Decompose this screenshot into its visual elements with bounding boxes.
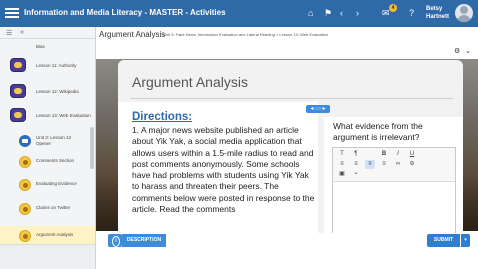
sidebar-item-label: Argument Analysis [36, 232, 74, 237]
sidebar-item-evaluating-evidence[interactable]: Evaluating Evidence [0, 178, 90, 192]
sidebar-item-label: Bias [36, 44, 45, 49]
sidebar-scrollbar[interactable] [90, 127, 94, 169]
question-pane: What evidence from the argument is irrel… [324, 117, 463, 236]
divider [130, 98, 453, 99]
directions-heading: Directions: [132, 111, 193, 123]
underline-button[interactable]: U [407, 150, 417, 159]
paragraph-button[interactable]: ¶ [351, 150, 361, 159]
sidebar-header: ☰ « [0, 27, 95, 39]
activity-icon [19, 203, 31, 215]
app-window: Information and Media Literacy - MASTER … [0, 0, 478, 269]
pane-resize-handle[interactable]: ◂ ▭ ▸ [306, 105, 330, 113]
expand-icon[interactable]: ⌄ [465, 47, 471, 55]
activity-card: Argument Analysis Directions: 1. A major… [118, 60, 463, 236]
sidebar-item-label: Comments Section [36, 158, 75, 163]
help-icon[interactable]: ? [409, 8, 414, 18]
sidebar-item-label: Lesson 13: Web Evaluation [36, 113, 91, 118]
page-title: Argument Analysis [99, 30, 166, 39]
bold-button[interactable]: B [379, 150, 389, 159]
numbered-list-button[interactable]: ≡ [351, 160, 361, 169]
list-button[interactable]: ≡ [337, 160, 347, 169]
collapse-icon[interactable]: « [20, 29, 24, 36]
draw-button[interactable]: ⌁ [351, 170, 361, 179]
italic-button[interactable]: I [393, 150, 403, 159]
sidebar-item-label: Unit 3: Lesson 13 Opener [36, 135, 72, 146]
sidebar-item-label: Lesson 11: Authority [36, 63, 77, 68]
card-title: Argument Analysis [132, 74, 248, 90]
editor-toolbar: T ¶ B I U ≡ ≡ ≡ ≡ ∞ ⊘ ▣ ⌁ [333, 148, 455, 182]
lesson-icon [10, 58, 26, 72]
sidebar-item-label: Lesson 12: Wikipedia [36, 89, 79, 94]
directions-pane: Directions: 1. A major news website publ… [118, 102, 318, 236]
bottom-bar: DESCRIPTION SUBMIT ▾ [104, 233, 478, 269]
sidebar-item-lesson-13-opener[interactable]: Unit 3: Lesson 13 Opener [0, 133, 90, 149]
sidebar-item-lesson-13[interactable]: Lesson 13: Web Evaluation [0, 107, 91, 123]
directions-text: 1. A major news website published an art… [132, 125, 315, 215]
sidebar-item-claims-on-twitter[interactable]: Claims on Twitter [0, 202, 90, 216]
flag-icon[interactable]: ⚑ [324, 8, 332, 18]
sidebar-footer [0, 244, 95, 269]
activity-icon [19, 230, 31, 242]
description-button[interactable]: DESCRIPTION [122, 234, 166, 247]
lesson-icon [10, 108, 26, 122]
sidebar-item-lesson-11[interactable]: Lesson 11: Authority [0, 57, 90, 73]
sidebar-item-comments-section[interactable]: Comments Section [0, 155, 90, 169]
app-title: Information and Media Literacy - MASTER … [24, 8, 226, 17]
align-left-button[interactable]: ≡ [365, 160, 375, 169]
info-icon[interactable] [108, 234, 122, 247]
settings-icon[interactable]: ⚙ [454, 47, 460, 55]
home-icon[interactable]: ⌂ [308, 8, 313, 18]
sidebar-item-label: Evaluating Evidence [36, 181, 77, 186]
list-icon[interactable]: ☰ [6, 29, 12, 37]
user-last-name: Hartnett [426, 14, 450, 20]
top-bar: Information and Media Literacy - MASTER … [0, 0, 478, 27]
activity-icon [19, 156, 31, 168]
submit-dropdown-icon[interactable]: ▾ [461, 234, 470, 247]
user-first-name: Betsy [426, 6, 443, 12]
unlink-button[interactable]: ⊘ [407, 160, 417, 169]
question-text: What evidence from the argument is irrel… [333, 121, 423, 142]
activity-icon [19, 179, 31, 191]
sidebar-item-label: Claims on Twitter [36, 205, 71, 210]
notifications-badge: 4 [389, 4, 397, 12]
link-button[interactable]: ∞ [393, 160, 403, 169]
breadcrumb[interactable]: Unit 3: Fake News, Information Evaluatio… [163, 32, 328, 37]
sidebar: ☰ « Bias Lesson 11: Authority Lesson 12:… [0, 27, 96, 269]
chevron-left-icon[interactable]: ‹ [340, 8, 343, 18]
sidebar-item-argument-analysis[interactable]: Argument Analysis [0, 229, 90, 243]
answer-editor[interactable]: T ¶ B I U ≡ ≡ ≡ ≡ ∞ ⊘ ▣ ⌁ [332, 147, 456, 236]
image-button[interactable]: ▣ [337, 170, 347, 179]
align-center-button[interactable]: ≡ [379, 160, 389, 169]
avatar[interactable] [455, 4, 473, 22]
sidebar-item-lesson-12[interactable]: Lesson 12: Wikipedia [0, 83, 90, 99]
video-icon [19, 135, 31, 147]
editor-text-area[interactable] [333, 182, 455, 235]
chevron-right-icon[interactable]: › [356, 8, 359, 18]
submit-button[interactable]: SUBMIT [427, 234, 460, 247]
sidebar-item-bias[interactable]: Bias [0, 40, 90, 54]
lesson-icon [10, 84, 26, 98]
font-style-button[interactable]: T [337, 150, 347, 159]
hamburger-menu-icon[interactable] [5, 6, 19, 20]
